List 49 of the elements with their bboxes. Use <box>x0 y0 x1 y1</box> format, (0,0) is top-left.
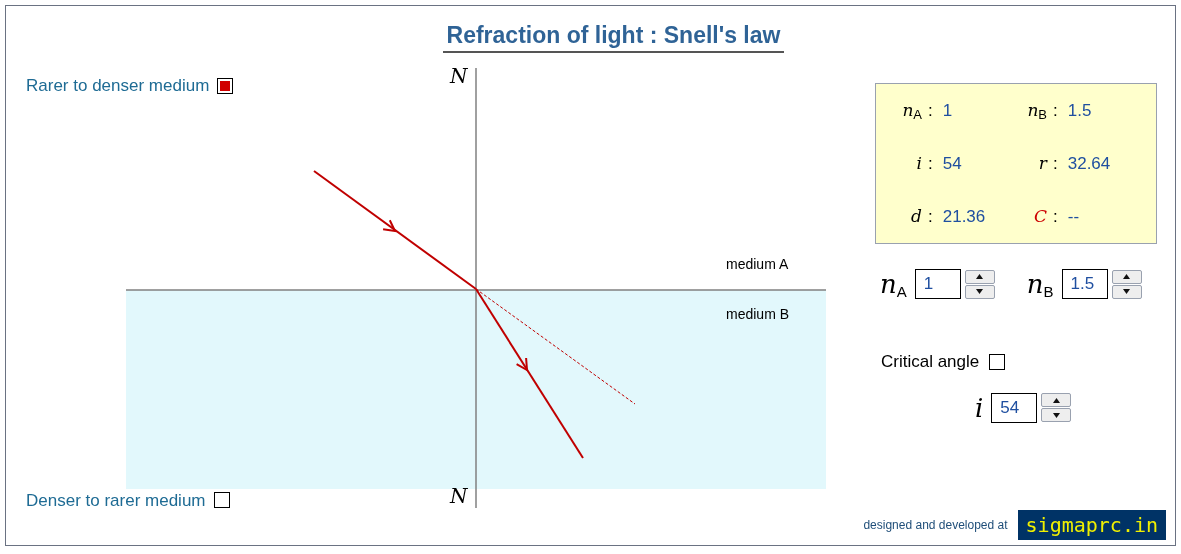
number-field[interactable]: 54 <box>991 392 1038 423</box>
mode-checkbox[interactable] <box>213 492 230 509</box>
normal-label: N <box>450 64 468 88</box>
up-triangle-icon <box>976 274 984 279</box>
reading-label: n$_{B}$ <box>1026 98 1047 124</box>
reading-value: 54 <box>942 152 962 175</box>
mode-checkbox[interactable] <box>217 77 234 94</box>
critical-angle-label: Critical angle <box>881 351 980 373</box>
critical-angle-checkbox[interactable] <box>989 353 1006 370</box>
colon: : <box>928 205 933 228</box>
colon: : <box>1053 205 1058 228</box>
site-logo: sigmaprc.in <box>1017 510 1166 540</box>
down-triangle-icon <box>976 289 984 294</box>
medium-label: medium B <box>726 306 790 322</box>
normal-label: N <box>450 484 468 508</box>
number-field[interactable]: 1.5 <box>1061 269 1108 299</box>
reading-label: i <box>915 151 922 175</box>
variable-label: n$_{A}$ <box>880 271 907 297</box>
reading-label: n$_{A}$ <box>901 98 922 124</box>
reading-value: 32.64 <box>1067 152 1111 175</box>
reading-value: -- <box>1067 205 1080 228</box>
increment-button[interactable] <box>1111 269 1142 284</box>
colon: : <box>1053 99 1058 122</box>
colon: : <box>928 152 933 175</box>
medium-label: medium A <box>726 256 789 272</box>
credit-text: designed and developed at <box>863 517 1008 534</box>
reading-label: d <box>910 204 922 228</box>
up-triangle-icon <box>1052 397 1060 403</box>
reading-value: 21.36 <box>942 205 986 228</box>
number-field[interactable]: 1 <box>914 269 961 299</box>
reading-label: r <box>1037 151 1047 175</box>
down-triangle-icon <box>1123 289 1131 294</box>
decrement-button[interactable] <box>1041 408 1072 422</box>
mode-label: Denser to rarer medium <box>26 489 206 512</box>
down-triangle-icon <box>1052 412 1060 418</box>
increment-button[interactable] <box>1041 393 1072 407</box>
colon: : <box>928 99 933 122</box>
increment-button[interactable] <box>964 269 995 284</box>
colon: : <box>1053 152 1058 175</box>
reading-value: 1.5 <box>1067 99 1092 122</box>
page-title: Refraction of light : Snell's law <box>442 19 785 53</box>
decrement-button[interactable] <box>964 284 995 299</box>
variable-label: i <box>975 394 984 421</box>
decrement-button[interactable] <box>1111 284 1142 299</box>
up-triangle-icon <box>1123 274 1131 279</box>
reading-value: 1 <box>942 99 953 122</box>
mode-label: Rarer to denser medium <box>26 75 210 97</box>
reading-label: C <box>1033 204 1047 228</box>
variable-label: n$_{B}$ <box>1026 271 1054 297</box>
